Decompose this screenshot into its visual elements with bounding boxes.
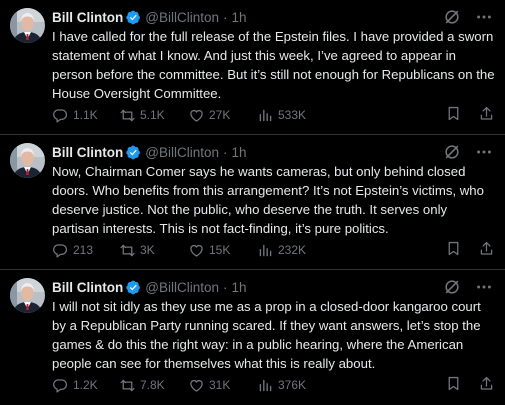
author-name[interactable]: Bill Clinton: [52, 280, 123, 295]
author-handle[interactable]: @BillClinton: [145, 10, 219, 25]
grok-icon[interactable]: [443, 143, 461, 164]
heart-icon: [188, 242, 205, 259]
views-icon: [257, 242, 274, 259]
author-name[interactable]: Bill Clinton: [52, 10, 123, 25]
heart-icon: [188, 377, 205, 394]
reply-button[interactable]: 1.1K: [52, 107, 119, 124]
views-button[interactable]: 232K: [257, 242, 377, 259]
reply-button[interactable]: 213: [52, 242, 119, 259]
author-handle[interactable]: @BillClinton: [145, 145, 219, 160]
repost-count: 7.8K: [140, 378, 165, 392]
views-count: 533K: [278, 108, 307, 122]
repost-count: 3K: [140, 243, 155, 257]
reply-icon: [52, 242, 69, 259]
like-count: 31K: [209, 378, 231, 392]
like-button[interactable]: 15K: [188, 242, 257, 259]
repost-button[interactable]: 7.8K: [119, 377, 188, 394]
reply-count: 1.1K: [73, 108, 98, 122]
action-bar: 1.2K 7.8K 31K 376K: [52, 375, 495, 395]
tweet-text: I have called for the full release of th…: [52, 29, 495, 101]
grok-icon[interactable]: [443, 8, 461, 29]
repost-button[interactable]: 5.1K: [119, 107, 188, 124]
timestamp[interactable]: 1h: [231, 10, 246, 25]
reply-button[interactable]: 1.2K: [52, 377, 119, 394]
repost-icon: [119, 242, 136, 259]
reply-icon: [52, 377, 69, 394]
separator-dot: ·: [222, 279, 228, 295]
heart-icon: [188, 107, 205, 124]
avatar[interactable]: [10, 143, 45, 178]
tweet[interactable]: Bill Clinton @BillClinton · 1h Now, Chai…: [0, 135, 505, 270]
tweet-header: Bill Clinton @BillClinton · 1h: [52, 142, 495, 162]
timestamp[interactable]: 1h: [231, 145, 246, 160]
verified-badge-icon: [126, 145, 141, 160]
tweet-text: Now, Chairman Comer says he wants camera…: [52, 164, 484, 236]
views-icon: [257, 107, 274, 124]
action-bar: 213 3K 15K 232K: [52, 240, 495, 260]
like-button[interactable]: 31K: [188, 377, 257, 394]
repost-icon: [119, 377, 136, 394]
bookmark-icon[interactable]: [445, 375, 462, 395]
bookmark-icon[interactable]: [445, 105, 462, 125]
like-count: 27K: [209, 108, 231, 122]
reply-count: 213: [73, 243, 94, 257]
author-name[interactable]: Bill Clinton: [52, 145, 123, 160]
author-handle[interactable]: @BillClinton: [145, 280, 219, 295]
more-icon[interactable]: [475, 278, 493, 299]
views-icon: [257, 377, 274, 394]
views-button[interactable]: 376K: [257, 377, 377, 394]
repost-count: 5.1K: [140, 108, 165, 122]
tweet[interactable]: Bill Clinton @BillClinton · 1h I will no…: [0, 270, 505, 405]
share-icon[interactable]: [478, 240, 495, 260]
repost-button[interactable]: 3K: [119, 242, 188, 259]
timestamp[interactable]: 1h: [231, 280, 246, 295]
more-icon[interactable]: [475, 143, 493, 164]
more-icon[interactable]: [475, 8, 493, 29]
grok-icon[interactable]: [443, 278, 461, 299]
like-button[interactable]: 27K: [188, 107, 257, 124]
reply-icon: [52, 107, 69, 124]
avatar[interactable]: [10, 8, 45, 43]
verified-badge-icon: [126, 280, 141, 295]
share-icon[interactable]: [478, 105, 495, 125]
tweet-header: Bill Clinton @BillClinton · 1h: [52, 7, 495, 27]
tweet[interactable]: Bill Clinton @BillClinton · 1h I have ca…: [0, 0, 505, 135]
repost-icon: [119, 107, 136, 124]
action-bar: 1.1K 5.1K 27K 533K: [52, 105, 495, 125]
like-count: 15K: [209, 243, 231, 257]
views-button[interactable]: 533K: [257, 107, 377, 124]
tweet-text: I will not sit idly as they use me as a …: [52, 299, 481, 371]
tweet-header: Bill Clinton @BillClinton · 1h: [52, 277, 495, 297]
views-count: 376K: [278, 378, 307, 392]
verified-badge-icon: [126, 10, 141, 25]
bookmark-icon[interactable]: [445, 240, 462, 260]
reply-count: 1.2K: [73, 378, 98, 392]
avatar[interactable]: [10, 278, 45, 313]
separator-dot: ·: [222, 9, 228, 25]
share-icon[interactable]: [478, 375, 495, 395]
separator-dot: ·: [222, 144, 228, 160]
views-count: 232K: [278, 243, 307, 257]
